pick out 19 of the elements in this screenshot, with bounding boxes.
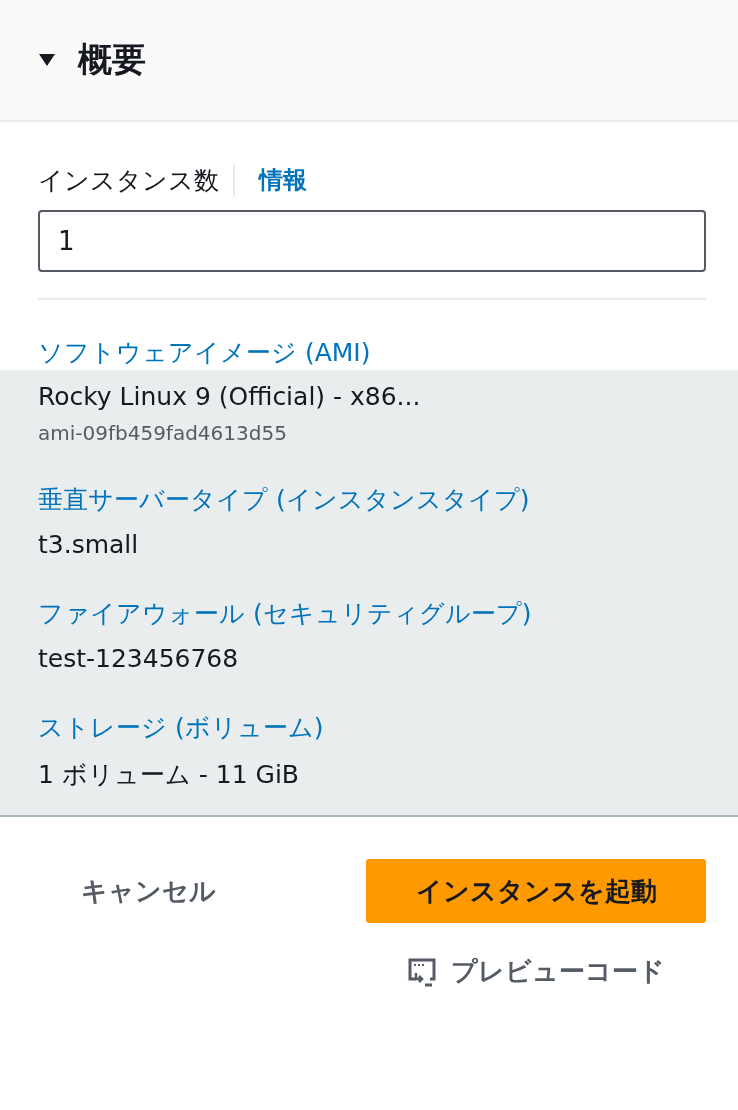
input-field[interactable]: 1 (38, 210, 706, 272)
summary-value: Rocky Linux 9 (Official) - x86... (38, 382, 422, 411)
field-label: インスタンス数 (38, 163, 235, 197)
launch-button[interactable]: インスタンスを起動 (366, 859, 706, 923)
screen-arrow-icon (407, 956, 437, 987)
caret-icon[interactable] (38, 53, 56, 67)
preview-code-button[interactable]: プレビューコード (401, 953, 671, 990)
info-link[interactable]: 情報 (235, 164, 307, 196)
cancel-button[interactable]: キャンセル (38, 859, 258, 923)
summary-link[interactable]: ファイアウォール (セキュリティグループ) (38, 597, 738, 630)
summary-value: t3.small (38, 530, 140, 559)
panel-title: 概要 (78, 38, 146, 81)
summary-link[interactable]: ストレージ (ボリューム) (38, 711, 738, 744)
panel-header[interactable]: 概要 (0, 0, 738, 122)
summary-id: ami-09fb459fad4613d55 (38, 421, 288, 445)
summary-link[interactable]: 垂直サーバータイプ (インスタンスタイプ) (38, 483, 738, 516)
summary-value: test-123456768 (38, 644, 240, 673)
summary-link[interactable]: ソフトウェアイメージ (AMI) (38, 336, 706, 370)
summary-value: 1 ボリューム - 11 GiB (38, 759, 300, 791)
